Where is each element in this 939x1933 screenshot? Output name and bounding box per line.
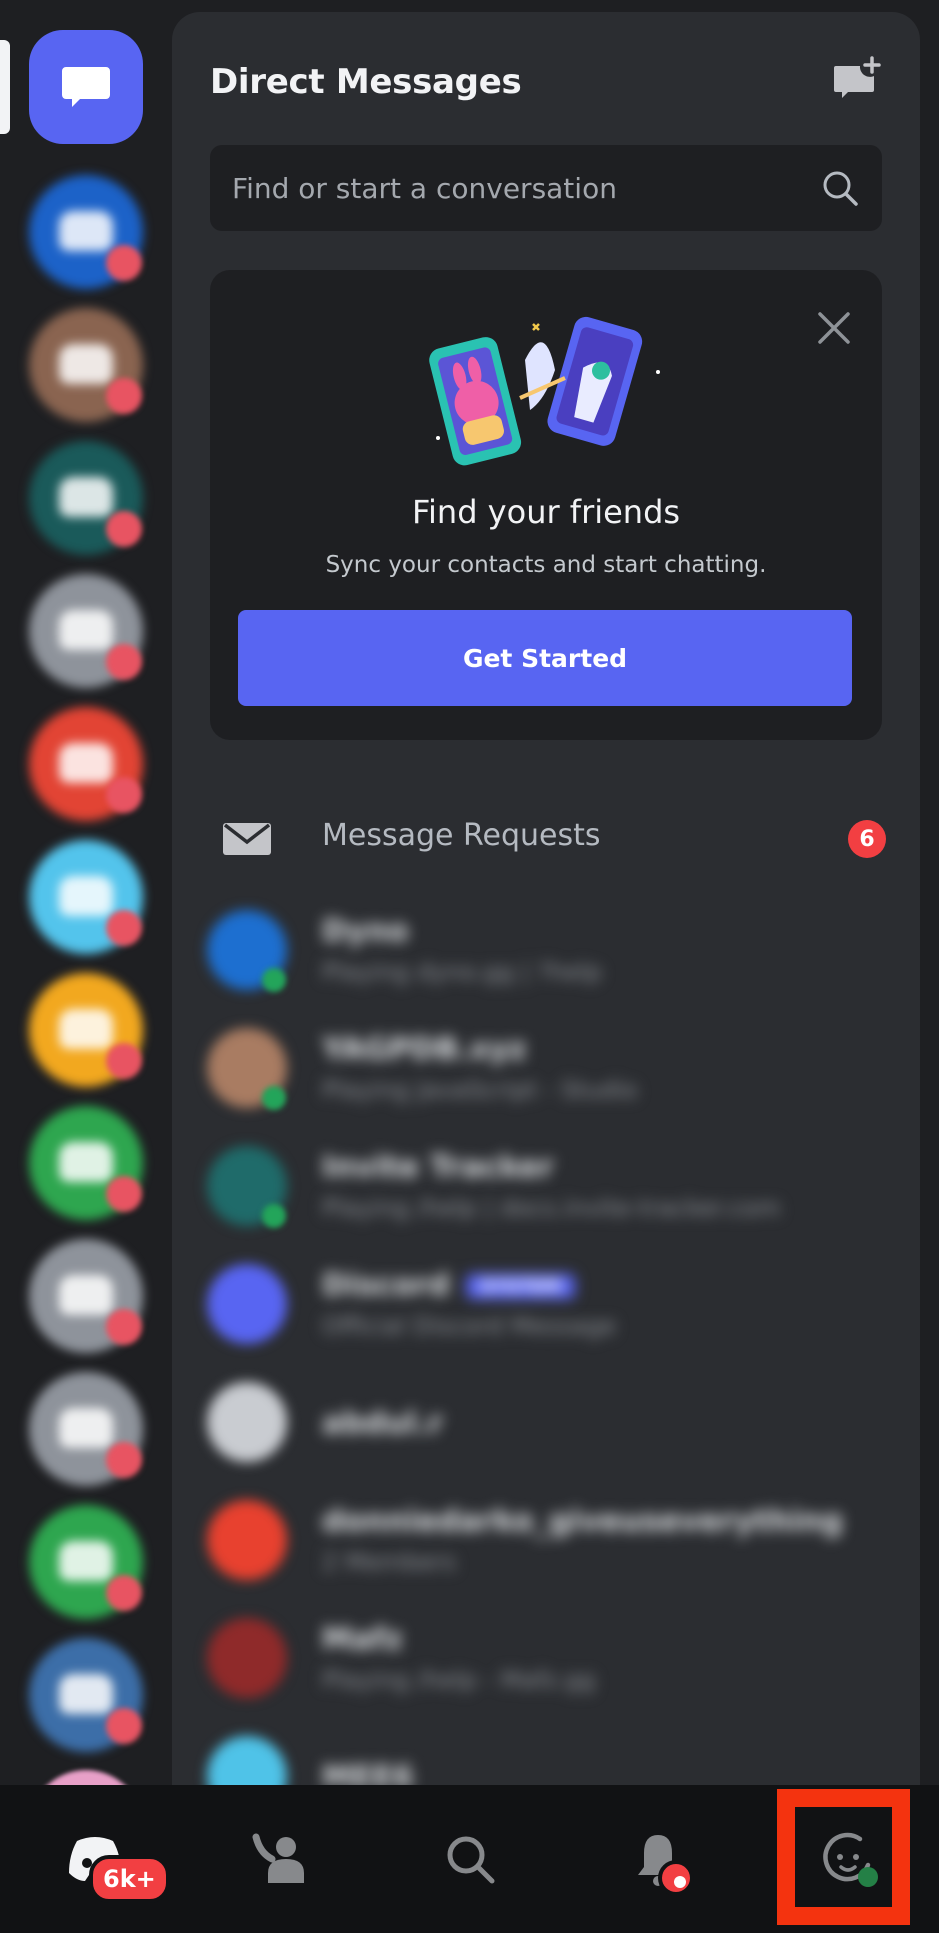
server-unread-badge bbox=[106, 910, 142, 946]
dm-name-text: YAGPDB.xyz bbox=[322, 1032, 527, 1067]
server-unread-badge bbox=[106, 245, 142, 281]
search-input[interactable] bbox=[232, 171, 820, 205]
dm-name: YAGPDB.xyz bbox=[322, 1032, 526, 1067]
search-icon[interactable] bbox=[820, 168, 860, 208]
card-title: Find your friends bbox=[411, 493, 681, 531]
nav-notifications[interactable] bbox=[588, 1785, 728, 1933]
new-dm-button[interactable] bbox=[832, 56, 882, 106]
dm-subtitle: Playing JavaScript - Studio bbox=[322, 1076, 638, 1104]
nav-profile[interactable] bbox=[778, 1785, 918, 1933]
page-title: Direct Messages bbox=[210, 62, 522, 102]
message-requests-row[interactable]: Message Requests 6 bbox=[172, 792, 920, 882]
online-status-dot bbox=[858, 1867, 878, 1887]
dm-list-item[interactable]: MEE6 bbox=[172, 1718, 920, 1785]
message-requests-label: Message Requests bbox=[322, 818, 601, 853]
dm-name: abdul.r bbox=[322, 1406, 443, 1441]
dm-list-item[interactable]: Invite Tracker Playing /help | docs.invit… bbox=[172, 1128, 920, 1246]
bottom-nav: 6k+ bbox=[0, 1785, 939, 1933]
find-friends-card: Find your friends Sync your contacts and… bbox=[210, 270, 882, 740]
server-glyph-icon bbox=[59, 1142, 113, 1182]
get-started-button[interactable]: Get Started bbox=[238, 610, 852, 706]
dm-name-text: MEE6 bbox=[322, 1760, 414, 1785]
envelope-icon bbox=[223, 823, 271, 855]
nav-friends[interactable] bbox=[208, 1785, 348, 1933]
server-glyph-icon bbox=[59, 477, 113, 517]
nav-home[interactable]: 6k+ bbox=[25, 1785, 170, 1933]
dm-list-item[interactable]: abdul.r bbox=[172, 1364, 920, 1482]
avatar bbox=[207, 1500, 287, 1580]
server-unread-badge bbox=[106, 1442, 142, 1478]
dm-name-text: Invite Tracker bbox=[322, 1150, 554, 1185]
dm-name: Mafz bbox=[322, 1622, 403, 1657]
dm-subtitle: 2 Members bbox=[322, 1548, 457, 1576]
dm-name-text: Dyno bbox=[322, 914, 409, 949]
server-glyph-icon bbox=[59, 344, 113, 384]
online-status-dot bbox=[262, 1086, 286, 1110]
dm-name-text: Mafz bbox=[322, 1622, 403, 1657]
server-glyph-icon bbox=[59, 1674, 113, 1714]
close-icon[interactable] bbox=[816, 310, 852, 346]
dm-subtitle: Official Discord Message bbox=[322, 1312, 616, 1340]
dm-list-item[interactable]: donniedarko_giveuseverything 2 Members bbox=[172, 1482, 920, 1600]
server-glyph-icon bbox=[59, 1541, 113, 1581]
server-unread-badge bbox=[106, 1708, 142, 1744]
server-glyph-icon bbox=[59, 211, 113, 251]
avatar bbox=[207, 1736, 287, 1785]
server-glyph-icon bbox=[59, 1408, 113, 1448]
dm-name-text: donniedarko_giveuseverything bbox=[322, 1504, 843, 1539]
dm-name: MEE6 bbox=[322, 1760, 414, 1785]
direct-messages-button[interactable] bbox=[29, 30, 143, 144]
server-unread-badge bbox=[106, 1309, 142, 1345]
server-unread-badge bbox=[106, 378, 142, 414]
dm-list-item[interactable]: Discord SYSTEM Official Discord Message bbox=[172, 1246, 920, 1364]
card-subtitle: Sync your contacts and start chatting. bbox=[325, 552, 767, 578]
dm-subtitle: Playing /help - Mafz.gg bbox=[322, 1666, 596, 1694]
server-glyph-icon bbox=[59, 876, 113, 916]
server-glyph-icon bbox=[59, 1009, 113, 1049]
online-status-dot bbox=[262, 968, 286, 992]
dm-name: donniedarko_giveuseverything bbox=[322, 1504, 843, 1539]
dm-subtitle: Playing /help | docs.invite-tracker.com bbox=[322, 1194, 781, 1222]
home-unread-badge: 6k+ bbox=[89, 1855, 170, 1903]
selected-indicator bbox=[0, 40, 10, 134]
dm-list-item[interactable]: Mafz Playing /help - Mafz.gg bbox=[172, 1600, 920, 1718]
dm-name-text: Discord bbox=[322, 1268, 450, 1303]
message-requests-count: 6 bbox=[848, 820, 886, 858]
chat-bubble-icon bbox=[62, 67, 110, 107]
server-unread-badge bbox=[106, 1176, 142, 1212]
dm-panel: Direct Messages Find or start a conversa… bbox=[172, 12, 920, 1785]
server-unread-badge bbox=[106, 511, 142, 547]
dm-name: Invite Tracker bbox=[322, 1150, 554, 1185]
dm-name: Discord SYSTEM bbox=[322, 1268, 576, 1303]
server-unread-badge bbox=[106, 1043, 142, 1079]
avatar bbox=[207, 1264, 287, 1344]
server-rail bbox=[0, 0, 172, 1785]
system-tag-badge: SYSTEM bbox=[465, 1274, 576, 1299]
dm-list-item[interactable]: YAGPDB.xyz Playing JavaScript - Studio bbox=[172, 1010, 920, 1128]
server-unread-badge bbox=[106, 777, 142, 813]
nav-search[interactable] bbox=[400, 1785, 540, 1933]
dm-name: Dyno bbox=[322, 914, 408, 949]
search-bar[interactable] bbox=[210, 145, 882, 231]
server-unread-badge bbox=[106, 1575, 142, 1611]
server-icon[interactable] bbox=[29, 1770, 143, 1785]
friends-wave-icon bbox=[252, 1833, 304, 1883]
server-unread-badge bbox=[106, 644, 142, 680]
notification-badge bbox=[658, 1860, 694, 1896]
avatar bbox=[207, 1618, 287, 1698]
server-glyph-icon bbox=[59, 610, 113, 650]
online-status-dot bbox=[262, 1204, 286, 1228]
avatar bbox=[207, 1382, 287, 1462]
dm-subtitle: Playing dyno.gg | ?help bbox=[322, 958, 602, 986]
server-glyph-icon bbox=[59, 1275, 113, 1315]
search-icon bbox=[447, 1836, 495, 1884]
dm-list-item[interactable]: Dyno Playing dyno.gg | ?help bbox=[172, 892, 920, 1010]
new-message-icon bbox=[834, 56, 881, 98]
friends-illustration bbox=[429, 316, 660, 466]
dm-name-text: abdul.r bbox=[322, 1406, 444, 1441]
server-glyph-icon bbox=[59, 743, 113, 783]
